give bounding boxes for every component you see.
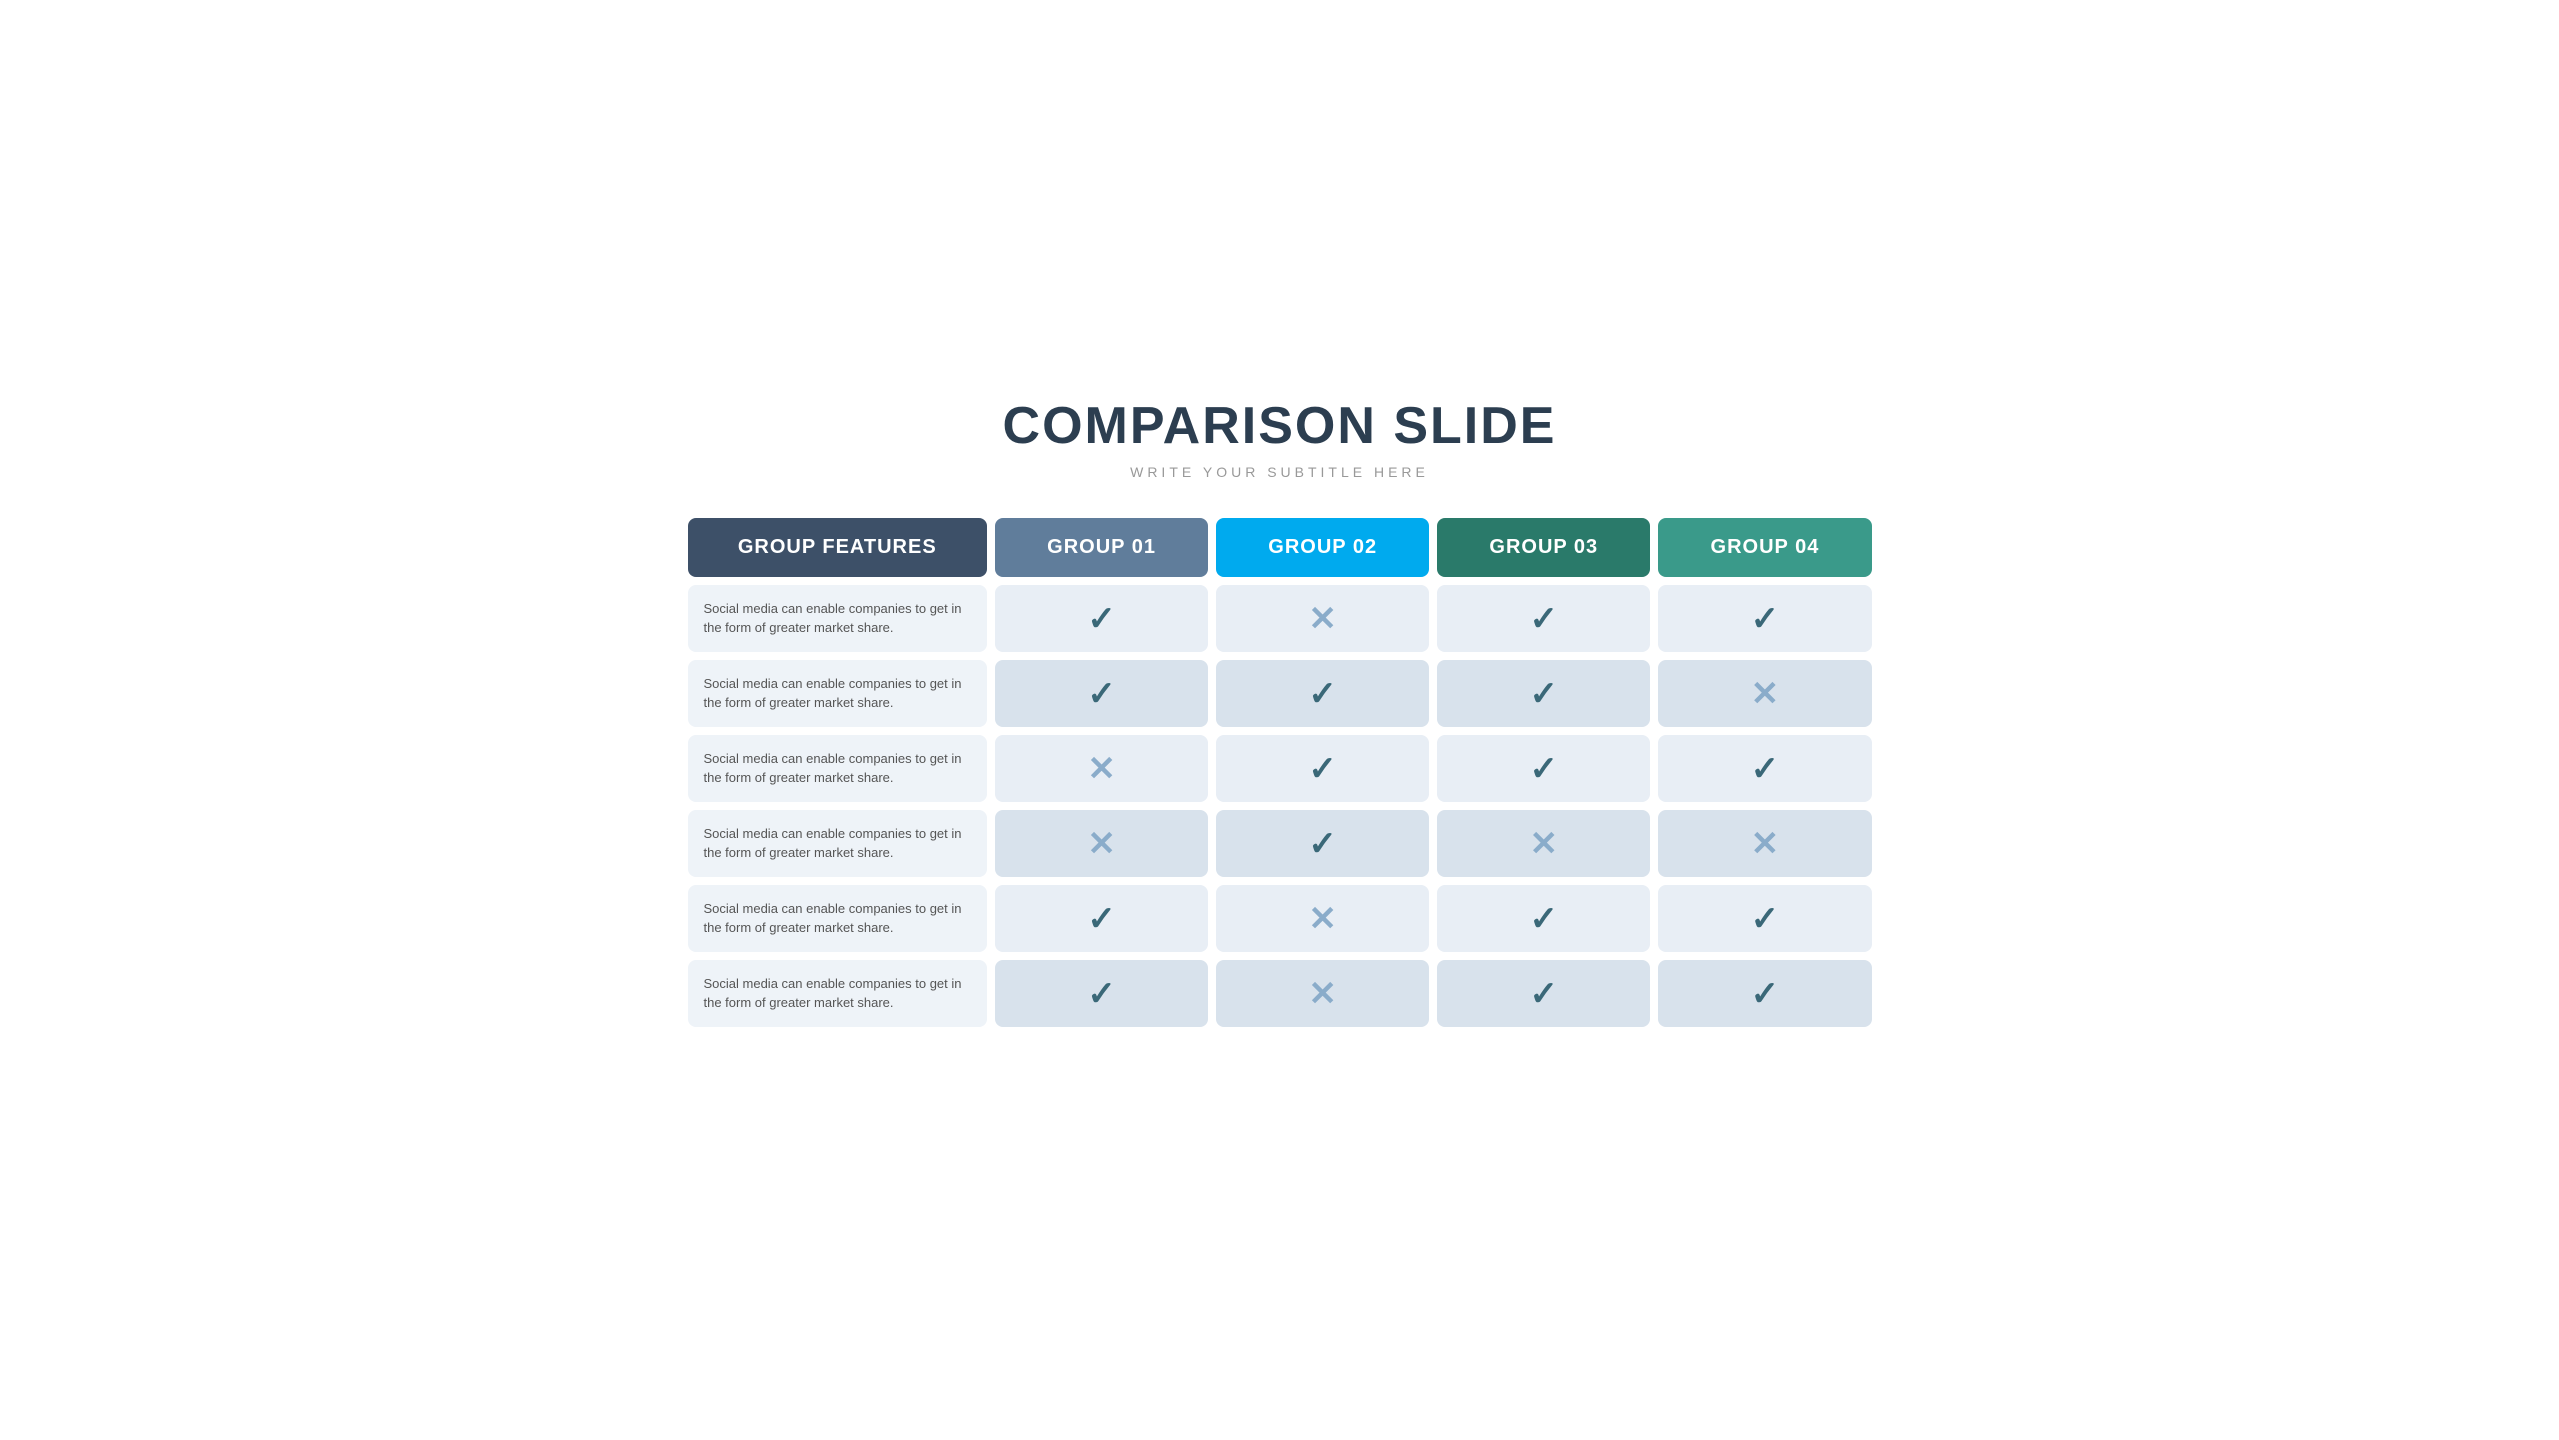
table-row: Social media can enable companies to get… (688, 960, 1872, 1027)
comparison-table: GROUP FEATURES GROUP 01 GROUP 02 GROUP 0… (680, 510, 1880, 1035)
cell-row2-g3: ✓ (1437, 735, 1650, 802)
cell-row5-g3: ✓ (1437, 960, 1650, 1027)
table-row: Social media can enable companies to get… (688, 585, 1872, 652)
cell-row0-g4: ✓ (1658, 585, 1871, 652)
cell-row5-g4: ✓ (1658, 960, 1871, 1027)
feature-cell: Social media can enable companies to get… (688, 960, 988, 1027)
header-features: GROUP FEATURES (688, 518, 988, 577)
feature-cell: Social media can enable companies to get… (688, 735, 988, 802)
cell-row3-g4: ✕ (1658, 810, 1871, 877)
cell-row5-g2: ✕ (1216, 960, 1429, 1027)
feature-cell: Social media can enable companies to get… (688, 885, 988, 952)
slide-header: COMPARISON SLIDE WRITE YOUR SUBTITLE HER… (680, 396, 1880, 480)
feature-cell: Social media can enable companies to get… (688, 660, 988, 727)
cell-row4-g4: ✓ (1658, 885, 1871, 952)
header-g1: GROUP 01 (995, 518, 1208, 577)
cell-row0-g2: ✕ (1216, 585, 1429, 652)
cell-row4-g1: ✓ (995, 885, 1208, 952)
cell-row4-g2: ✕ (1216, 885, 1429, 952)
header-row: GROUP FEATURES GROUP 01 GROUP 02 GROUP 0… (688, 518, 1872, 577)
table-row: Social media can enable companies to get… (688, 660, 1872, 727)
slide-container: COMPARISON SLIDE WRITE YOUR SUBTITLE HER… (640, 366, 1920, 1075)
table-row: Social media can enable companies to get… (688, 885, 1872, 952)
feature-cell: Social media can enable companies to get… (688, 585, 988, 652)
cell-row1-g1: ✓ (995, 660, 1208, 727)
cell-row2-g2: ✓ (1216, 735, 1429, 802)
feature-cell: Social media can enable companies to get… (688, 810, 988, 877)
cell-row1-g3: ✓ (1437, 660, 1650, 727)
cell-row2-g1: ✕ (995, 735, 1208, 802)
cell-row0-g1: ✓ (995, 585, 1208, 652)
cell-row0-g3: ✓ (1437, 585, 1650, 652)
cell-row4-g3: ✓ (1437, 885, 1650, 952)
cell-row2-g4: ✓ (1658, 735, 1871, 802)
header-g3: GROUP 03 (1437, 518, 1650, 577)
cell-row3-g2: ✓ (1216, 810, 1429, 877)
table-row: Social media can enable companies to get… (688, 810, 1872, 877)
cell-row1-g2: ✓ (1216, 660, 1429, 727)
header-g2: GROUP 02 (1216, 518, 1429, 577)
table-row: Social media can enable companies to get… (688, 735, 1872, 802)
cell-row3-g1: ✕ (995, 810, 1208, 877)
header-g4: GROUP 04 (1658, 518, 1871, 577)
cell-row3-g3: ✕ (1437, 810, 1650, 877)
cell-row5-g1: ✓ (995, 960, 1208, 1027)
subtitle: WRITE YOUR SUBTITLE HERE (680, 464, 1880, 480)
cell-row1-g4: ✕ (1658, 660, 1871, 727)
main-title: COMPARISON SLIDE (680, 396, 1880, 456)
